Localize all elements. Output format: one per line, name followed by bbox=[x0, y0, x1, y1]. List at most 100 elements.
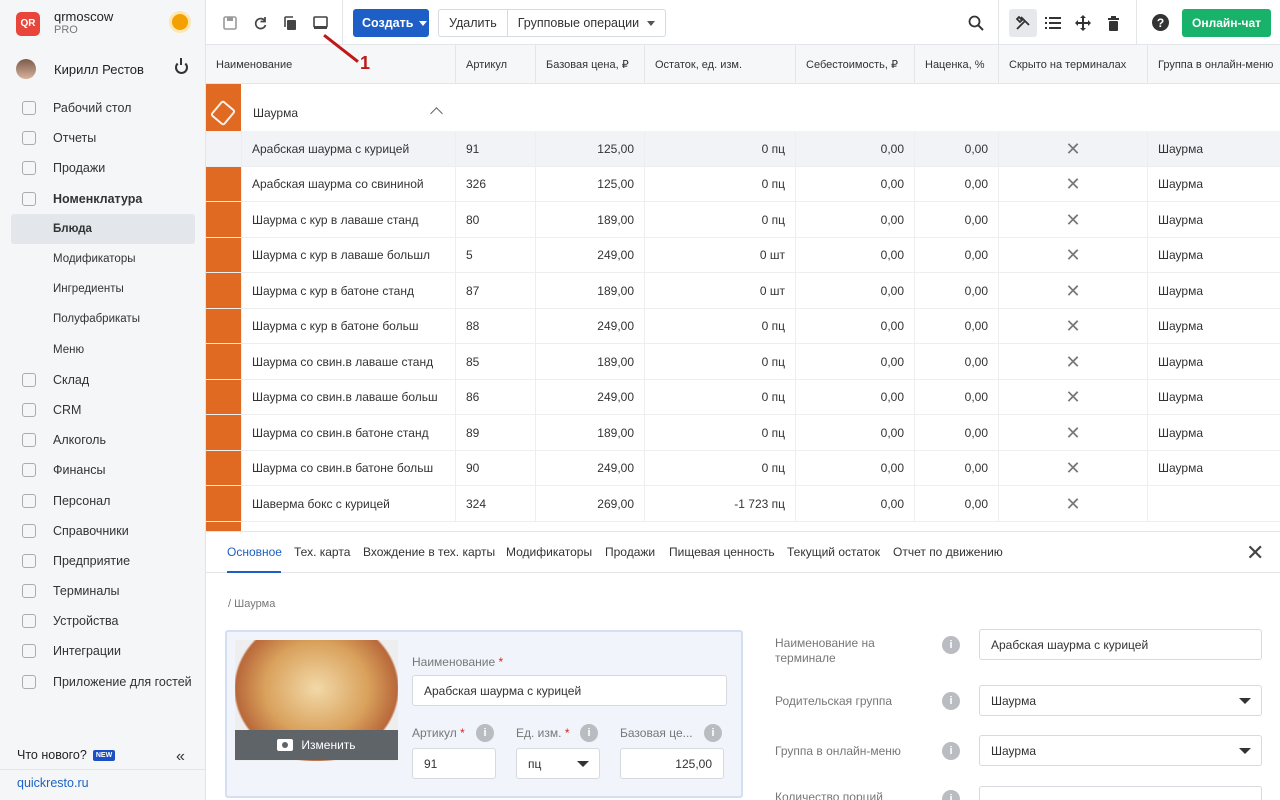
tab[interactable]: Отчет по движению bbox=[893, 545, 1003, 559]
sidebar-item[interactable]: Рабочий стол bbox=[0, 93, 206, 123]
save-icon[interactable] bbox=[222, 15, 238, 31]
sidebar-subitem[interactable]: Блюда bbox=[11, 213, 195, 244]
items-table: Наименование Артикул Базовая цена, ₽ Остато… bbox=[206, 45, 1280, 531]
unit-info-icon[interactable]: i bbox=[580, 724, 598, 742]
table-row[interactable]: Шаурма со свин.в батоне станд 89 189,00 0 п… bbox=[206, 415, 1280, 451]
cell-stock: 0 шт bbox=[644, 273, 795, 309]
sidebar-subitem[interactable]: Меню bbox=[0, 335, 206, 365]
tab[interactable]: Вхождение в тех. карты bbox=[363, 545, 495, 559]
sidebar-item[interactable]: Финансы bbox=[0, 455, 206, 485]
sidebar-item[interactable]: Номенклатура bbox=[0, 184, 206, 214]
cell-name: Шаурма с кур в лаваше большл bbox=[241, 237, 455, 273]
help-icon[interactable]: ? bbox=[1152, 14, 1169, 31]
sidebar-item[interactable]: Приложение для гостей bbox=[0, 667, 206, 697]
terminal-name-info-icon[interactable]: i bbox=[942, 636, 960, 654]
close-panel-icon[interactable]: ✕ bbox=[1246, 540, 1264, 566]
list-view-icon[interactable] bbox=[1045, 15, 1061, 31]
crm-icon bbox=[22, 402, 36, 417]
whats-new-link[interactable]: Что нового? NEW bbox=[17, 748, 116, 762]
parent-group-info-icon[interactable]: i bbox=[942, 692, 960, 710]
table-row[interactable]: Шаурма с кур в батоне больш 88 249,00 0 пц 0… bbox=[206, 308, 1280, 344]
group-operations-dropdown[interactable]: Групповые операции bbox=[506, 10, 665, 36]
sku-field[interactable]: 91 bbox=[412, 748, 496, 779]
copy-icon[interactable] bbox=[282, 15, 298, 31]
tab[interactable]: Продажи bbox=[605, 545, 655, 559]
online-group-caret-icon bbox=[1239, 748, 1251, 754]
sidebar-subitem[interactable]: Полуфабрикаты bbox=[0, 304, 206, 334]
table-row[interactable]: Шаурма с кур в лаваше большл 5 249,00 0 шт 0… bbox=[206, 237, 1280, 273]
tab[interactable]: Модификаторы bbox=[506, 545, 592, 559]
price-info-icon[interactable]: i bbox=[704, 724, 722, 742]
tab[interactable]: Основное bbox=[227, 545, 282, 559]
sidebar-item[interactable]: Склад bbox=[0, 365, 206, 395]
table-row[interactable]: Шаурма со свин.в батоне больш 90 249,00 0 п… bbox=[206, 450, 1280, 486]
column-header[interactable]: Наименование bbox=[206, 45, 455, 84]
sidebar-subitem[interactable]: Ингредиенты bbox=[0, 274, 206, 304]
sidebar-item[interactable]: CRM bbox=[0, 395, 206, 425]
group-row[interactable]: Шаурма bbox=[241, 96, 1280, 132]
name-field[interactable]: Арабская шаурма с курицей bbox=[412, 675, 727, 706]
table-row[interactable]: Шаверма бокс с курицей 324 269,00 -1 723 пц… bbox=[206, 486, 1280, 522]
search-icon[interactable] bbox=[968, 15, 984, 31]
table-row[interactable]: Арабская шаурма со свининой 326 125,00 0 пц… bbox=[206, 166, 1280, 202]
column-header[interactable]: Артикул bbox=[455, 45, 535, 84]
delete-button[interactable]: Удалить bbox=[439, 10, 507, 36]
theme-sun-icon[interactable] bbox=[172, 14, 188, 30]
breadcrumb[interactable]: / Шаурма bbox=[228, 598, 275, 610]
cell-price: 249,00 bbox=[535, 237, 644, 273]
unit-select[interactable]: пц bbox=[516, 748, 600, 779]
terminal-name-field[interactable]: Арабская шаурма с курицей bbox=[979, 629, 1262, 660]
create-button[interactable]: Создать bbox=[353, 9, 429, 37]
collapse-sidebar-icon[interactable]: « bbox=[176, 748, 185, 766]
cell-price: 189,00 bbox=[535, 415, 644, 451]
trash-icon[interactable] bbox=[1105, 15, 1121, 31]
tab[interactable]: Тех. карта bbox=[294, 545, 350, 559]
sidebar-item[interactable]: Продажи bbox=[0, 153, 206, 183]
column-header[interactable]: Скрыто на терминалах bbox=[998, 45, 1147, 84]
portions-field[interactable] bbox=[979, 786, 1262, 800]
cell-price: 189,00 bbox=[535, 273, 644, 309]
hidden-cell: ✕ bbox=[998, 237, 1147, 273]
parent-group-select[interactable]: Шаурма bbox=[979, 685, 1262, 716]
column-header[interactable]: Базовая цена, ₽ bbox=[535, 45, 644, 84]
site-link[interactable]: quickresto.ru bbox=[17, 776, 89, 790]
user-profile[interactable]: Кирилл Рестов bbox=[16, 58, 192, 80]
sidebar-item[interactable]: Предприятие bbox=[0, 546, 206, 576]
refresh-icon[interactable] bbox=[252, 15, 268, 31]
column-header[interactable]: Наценка, % bbox=[914, 45, 998, 84]
column-header[interactable]: Остаток, ед. изм. bbox=[644, 45, 795, 84]
sidebar-item[interactable]: Алкоголь bbox=[0, 425, 206, 455]
parent-group-value: Шаурма bbox=[991, 693, 1036, 708]
online-group-select[interactable]: Шаурма bbox=[979, 735, 1262, 766]
sidebar-subitem[interactable]: Модификаторы bbox=[0, 244, 206, 274]
table-row[interactable]: Шаурма со свин.в лаваше больш 86 249,00 0 п… bbox=[206, 379, 1280, 415]
column-header[interactable]: Себестоимость, ₽ bbox=[795, 45, 914, 84]
table-row[interactable]: Шаурма с кур в батоне станд 87 189,00 0 шт 0… bbox=[206, 273, 1280, 309]
table-row[interactable]: Шаурма со свин.в лаваше станд 85 189,00 0 п… bbox=[206, 344, 1280, 380]
sidebar-item[interactable]: Персонал bbox=[0, 485, 206, 515]
sku-info-icon[interactable]: i bbox=[476, 724, 494, 742]
online-chat-button[interactable]: Онлайн-чат bbox=[1182, 9, 1271, 37]
sidebar-item[interactable]: Отчеты bbox=[0, 123, 206, 153]
sidebar-item[interactable]: Справочники bbox=[0, 516, 206, 546]
sidebar-item[interactable]: Интеграции bbox=[0, 636, 206, 666]
sidebar-item[interactable]: Устройства bbox=[0, 606, 206, 636]
window-icon[interactable] bbox=[312, 15, 328, 31]
table-row[interactable]: Арабская шаурма с курицей 91 125,00 0 пц 0,0… bbox=[206, 131, 1280, 167]
table-row[interactable]: Шаурма с кур в лаваше станд 80 189,00 0 пц 0… bbox=[206, 202, 1280, 238]
sidebar-nav: Рабочий стол Отчеты Продажи Номенклатура Блю… bbox=[0, 93, 206, 697]
move-icon[interactable] bbox=[1075, 15, 1091, 31]
price-field[interactable]: 125,00 bbox=[620, 748, 724, 779]
tab[interactable]: Пищевая ценность bbox=[669, 545, 775, 559]
logout-power-icon[interactable] bbox=[175, 58, 188, 74]
tools-icon[interactable] bbox=[1015, 15, 1031, 31]
chevron-up-icon[interactable] bbox=[430, 107, 443, 120]
column-header[interactable]: Группа в онлайн-меню bbox=[1147, 45, 1280, 84]
cell-group: Шаурма bbox=[1147, 379, 1280, 415]
change-photo-button[interactable]: Изменить bbox=[235, 730, 398, 760]
online-group-info-icon[interactable]: i bbox=[942, 742, 960, 760]
sidebar-item[interactable]: Терминалы bbox=[0, 576, 206, 606]
portions-info-icon[interactable]: i bbox=[942, 790, 960, 800]
tab[interactable]: Текущий остаток bbox=[787, 545, 880, 559]
brand[interactable]: QR qrmoscow PRO bbox=[16, 10, 113, 37]
